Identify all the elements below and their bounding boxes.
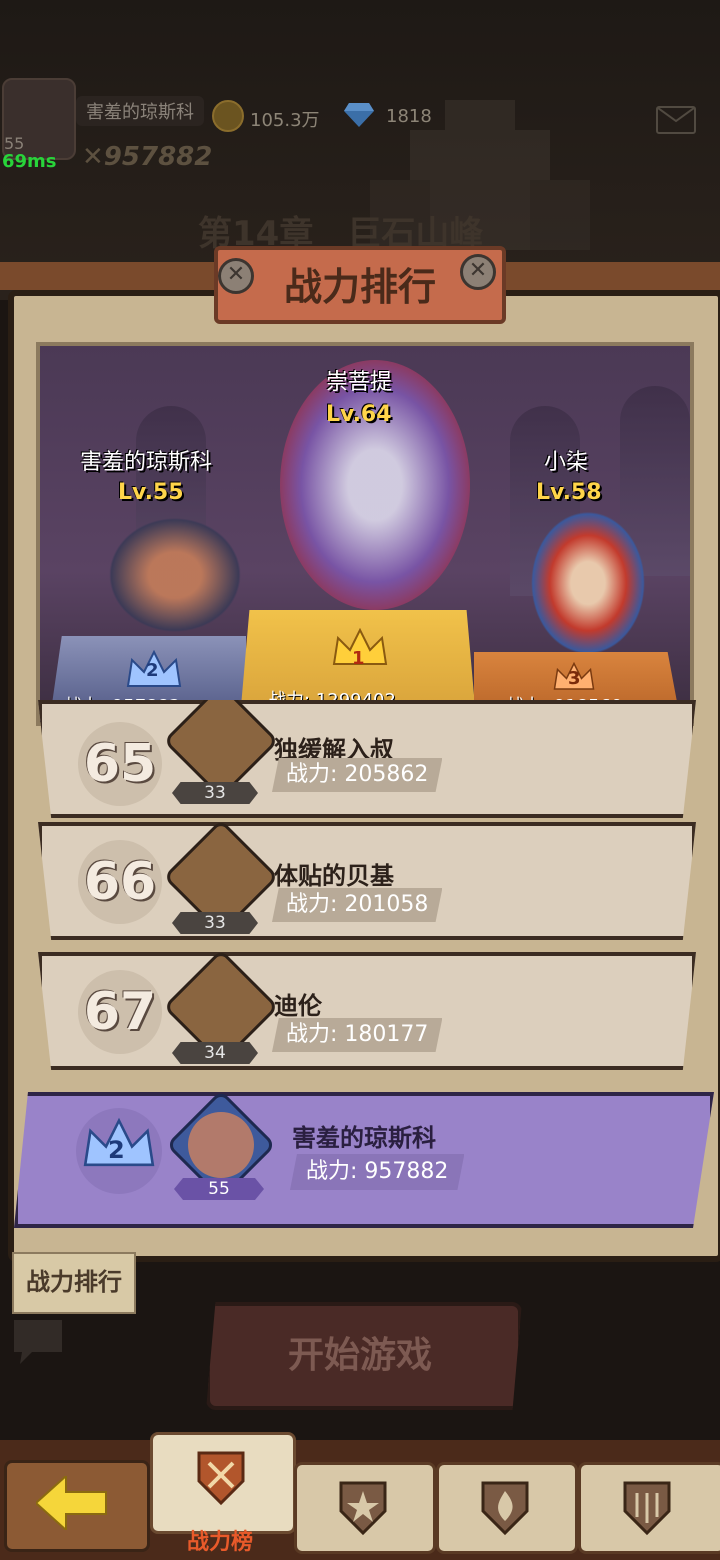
rank-row[interactable]: 65 33 独缓解入叔 战力: 205862 [38,700,696,818]
rank-number: 67 [78,970,162,1054]
rank-number: 65 [78,722,162,806]
gold-amount: 105.3万 [250,110,320,131]
player-power-value: 957882 [103,142,213,172]
third-place-level: Lv.58 [536,480,602,505]
level-badge: 34 [172,1042,258,1064]
first-place-level: Lv.64 [326,402,392,427]
crossed-swords-shield-icon [197,1451,245,1506]
player-name: 体贴的贝基 [274,862,394,890]
my-level-badge: 55 [174,1178,264,1200]
bolt-icon: ✕ [218,258,254,294]
gold-coin-icon [212,100,244,132]
second-rank-number: 2 [146,660,159,681]
nav-tab-fire[interactable] [436,1462,578,1554]
start-game-label: 开始游戏 [287,1335,432,1376]
second-place-character[interactable] [100,510,250,640]
gem-amount: 1818 [386,106,432,127]
my-power-value: 战力: 957882 [290,1154,465,1190]
third-place-name: 小柒 [544,450,589,475]
level-badge: 33 [172,782,258,804]
power-value: 战力: 180177 [272,1018,443,1052]
player-name: 害羞的琼斯科 [76,96,204,126]
first-place-character[interactable] [280,360,470,610]
chat-icon[interactable] [10,1316,66,1366]
nav-tab-label: 战力榜 [186,1530,253,1555]
rank-number: 66 [78,840,162,924]
ping-indicator: 69ms [2,151,57,172]
level-badge: 33 [172,912,258,934]
avatar [163,700,279,799]
third-rank-number: 3 [568,668,581,689]
rank-row[interactable]: 67 34 迪伦 战力: 180177 [38,952,696,1070]
first-place-name: 崇菩提 [326,370,393,395]
rank-row[interactable]: 66 33 体贴的贝基 战力: 201058 [38,822,696,940]
back-arrow-icon [36,1476,107,1530]
gate-shield-icon [623,1481,671,1536]
mail-icon[interactable] [656,106,696,134]
star-shield-icon [339,1481,387,1536]
my-avatar-face [188,1112,254,1178]
nav-tab-star[interactable] [294,1462,436,1554]
nav-tab-power-ranking[interactable] [150,1432,296,1534]
third-place-character[interactable] [528,508,648,658]
player-name: 迪伦 [274,992,322,1020]
my-rank-number: 2 [108,1136,125,1164]
power-value: 战力: 201058 [272,888,443,922]
diamond-icon [344,103,374,127]
nav-tab-gate[interactable] [578,1462,720,1554]
first-rank-number: 1 [352,648,365,669]
ranking-side-tab[interactable]: 战力排行 [12,1252,136,1314]
power-value: 战力: 205862 [272,758,443,792]
bolt-icon: ✕ [460,254,496,290]
second-place-level: Lv.55 [118,480,184,505]
player-power: ✕957882 [82,142,213,172]
fire-shield-icon [481,1481,529,1536]
second-place-name: 害羞的琼斯科 [80,450,213,475]
my-player-name: 害羞的琼斯科 [292,1124,436,1152]
